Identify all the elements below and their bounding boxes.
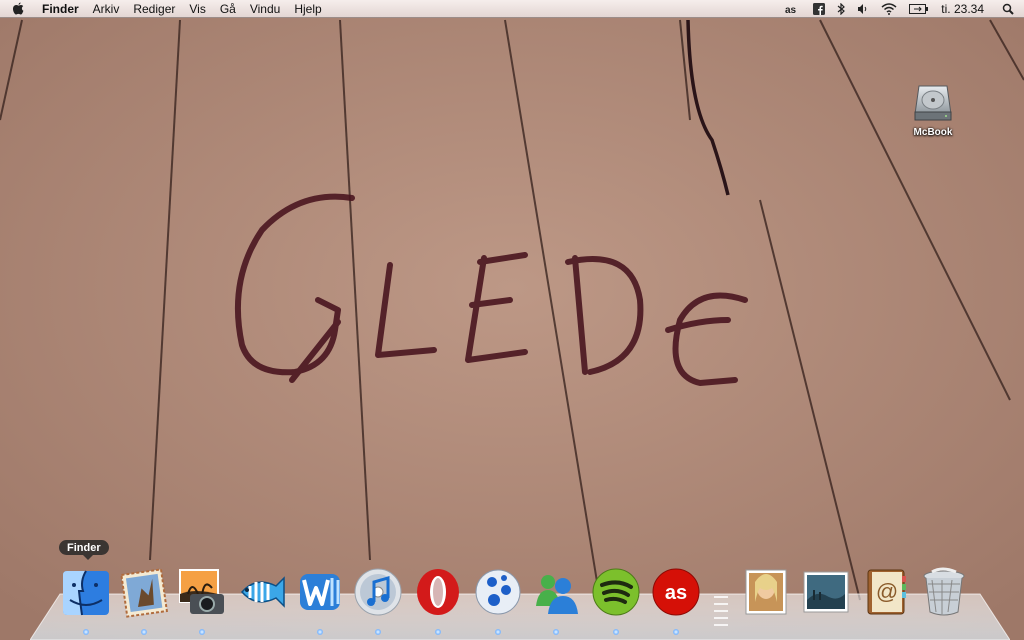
dock-adium[interactable] — [472, 566, 524, 618]
running-indicator — [83, 629, 89, 635]
running-indicator — [317, 629, 323, 635]
dock-tooltip: Finder — [59, 540, 109, 560]
running-indicator — [495, 629, 501, 635]
desktop-wallpaper — [0, 0, 1024, 640]
running-indicator — [199, 629, 205, 635]
address-book-icon: @ — [867, 569, 906, 615]
desktop-drive-mcbook[interactable]: McBook — [908, 80, 958, 138]
clock[interactable]: ti. 23.34 — [941, 0, 984, 17]
facebook-icon[interactable] — [813, 0, 826, 17]
running-indicator — [673, 629, 679, 635]
spotlight-icon[interactable] — [1002, 0, 1014, 17]
dock-stack-downloads[interactable] — [800, 566, 852, 618]
opera-icon — [417, 569, 459, 615]
spotify-icon — [592, 568, 640, 616]
iphoto-icon — [179, 569, 224, 614]
dock-iphoto[interactable] — [176, 566, 228, 618]
svg-text:as: as — [665, 582, 687, 604]
dock-messenger[interactable] — [530, 566, 582, 618]
wifi-icon[interactable] — [881, 0, 897, 17]
running-indicator — [141, 629, 147, 635]
dock-stack-pictures[interactable] — [740, 566, 792, 618]
dock-fish-app[interactable] — [236, 566, 288, 618]
dock-separator — [714, 596, 728, 626]
bluetooth-icon[interactable] — [837, 0, 846, 17]
running-indicator — [435, 629, 441, 635]
finder-icon — [63, 570, 109, 616]
word-icon — [300, 574, 340, 610]
menu-arkiv[interactable]: Arkiv — [93, 2, 120, 16]
desktop-icon-label: McBook — [913, 127, 953, 138]
running-indicator — [553, 629, 559, 635]
fish-icon — [241, 576, 285, 608]
svg-text:as: as — [785, 5, 797, 14]
dock-itunes[interactable] — [352, 566, 404, 618]
running-indicator — [613, 629, 619, 635]
menu-hjelp[interactable]: Hjelp — [294, 2, 321, 16]
battery-icon[interactable] — [909, 0, 929, 17]
landscape-stack-icon — [803, 571, 849, 613]
lastfm-dock-icon: as — [652, 568, 700, 616]
messenger-icon — [536, 575, 578, 614]
dock-lastfm[interactable]: as — [650, 566, 702, 618]
menu-ga[interactable]: Gå — [220, 2, 236, 16]
itunes-icon — [354, 568, 402, 616]
volume-icon[interactable] — [857, 0, 869, 17]
dock-opera[interactable] — [412, 566, 464, 618]
menu-rediger[interactable]: Rediger — [133, 2, 175, 16]
menu-vindu[interactable]: Vindu — [250, 2, 280, 16]
status-area: as ti. 23.34 — [779, 0, 1024, 17]
apple-menu-icon[interactable] — [12, 2, 28, 16]
lastfm-icon[interactable]: as — [785, 0, 801, 17]
adium-icon — [475, 569, 521, 615]
photo-stack-icon — [745, 569, 787, 615]
menu-app-finder[interactable]: Finder — [42, 2, 79, 16]
dock-trash[interactable] — [918, 566, 970, 618]
running-indicator — [375, 629, 381, 635]
menu-vis[interactable]: Vis — [189, 2, 205, 16]
dock-spotify[interactable] — [590, 566, 642, 618]
mail-icon — [120, 568, 168, 618]
trash-icon — [923, 567, 965, 616]
hard-drive-icon — [914, 85, 952, 121]
dock-finder[interactable] — [60, 566, 112, 618]
dock-mail[interactable] — [118, 566, 170, 618]
svg-text:@: @ — [876, 579, 898, 604]
menu-bar: Finder Arkiv Rediger Vis Gå Vindu Hjelp … — [0, 0, 1024, 18]
dock-word[interactable] — [294, 566, 346, 618]
dock-address-book[interactable]: @ — [860, 566, 912, 618]
